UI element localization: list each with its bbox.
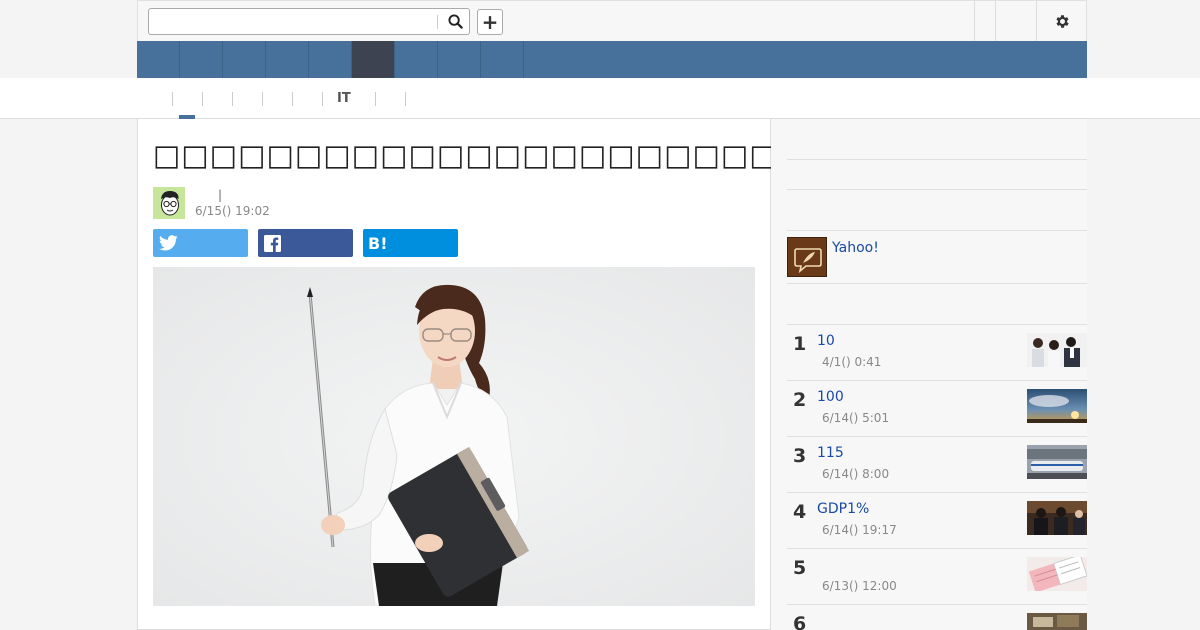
search-box: [148, 8, 470, 35]
article-title: □□□□□□□□□□□□□□□□□□□□□□: [153, 138, 778, 172]
author-separator: |: [218, 188, 223, 202]
add-button[interactable]: +: [477, 9, 503, 35]
sidebar-divider: [787, 230, 1087, 231]
twitter-share-button[interactable]: [153, 229, 248, 257]
avatar-face-icon: [153, 187, 185, 219]
rank-title[interactable]: GDP1%: [817, 501, 869, 517]
sidebar-divider: [787, 380, 1087, 381]
nav-tab[interactable]: [266, 41, 309, 78]
top-bar: +: [137, 0, 1087, 41]
nav-tab-active[interactable]: [352, 41, 395, 78]
rank-thumbnail[interactable]: [1027, 445, 1087, 479]
subnav-divider: [232, 92, 233, 106]
nav-tab[interactable]: [309, 41, 352, 78]
subnav-divider: [375, 92, 376, 106]
subnav-divider: [202, 92, 203, 106]
quill-speech-icon: [788, 238, 826, 276]
rank-number: 3: [793, 445, 807, 467]
nav-tab[interactable]: [137, 41, 180, 78]
nav-tab[interactable]: [395, 41, 438, 78]
rank-thumbnail[interactable]: [1027, 389, 1087, 423]
nav-tab[interactable]: [223, 41, 266, 78]
article-date: 6/15() 19:02: [195, 204, 270, 218]
rank-date: 4/1() 0:41: [822, 355, 882, 369]
search-divider: [437, 15, 438, 29]
rank-number: 6: [793, 613, 807, 630]
officials-image: [1027, 501, 1087, 535]
sky-image: [1027, 389, 1087, 423]
subnav-divider: [292, 92, 293, 106]
rank-title[interactable]: 115: [817, 445, 844, 461]
nav-tab[interactable]: [481, 41, 524, 78]
top-divider: [974, 1, 975, 41]
yahoo-thumbnail[interactable]: [787, 237, 827, 277]
nav-tab[interactable]: [438, 41, 481, 78]
nav-tab[interactable]: [180, 41, 223, 78]
calendar-paper-image: [1027, 557, 1087, 591]
rank-date: 6/14() 5:01: [822, 411, 890, 425]
sidebar: [771, 119, 1087, 630]
search-button[interactable]: [442, 10, 468, 33]
twitter-icon: [159, 235, 178, 251]
rank-thumbnail[interactable]: [1027, 501, 1087, 535]
subnav-divider: [172, 92, 173, 106]
rank-date: 6/13() 12:00: [822, 579, 897, 593]
sub-nav: [0, 78, 1200, 119]
facebook-share-button[interactable]: [258, 229, 353, 257]
rank-number: 1: [793, 333, 807, 355]
sidebar-divider: [787, 492, 1087, 493]
sidebar-divider: [787, 436, 1087, 437]
rank-thumbnail[interactable]: [1027, 557, 1087, 591]
sidebar-divider: [787, 548, 1087, 549]
hatena-bookmark-button[interactable]: B!: [363, 229, 458, 257]
subnav-item-it[interactable]: IT: [337, 91, 351, 106]
settings-button[interactable]: [1036, 9, 1088, 33]
subnav-divider: [405, 92, 406, 106]
rank-title[interactable]: 100: [817, 389, 844, 405]
sidebar-divider: [787, 189, 1087, 190]
sidebar-divider: [787, 604, 1087, 605]
rank-title[interactable]: 10: [817, 333, 835, 349]
facebook-icon: [264, 234, 281, 252]
rank-number: 4: [793, 501, 807, 523]
rank-date: 6/14() 19:17: [822, 523, 897, 537]
subnav-divider: [262, 92, 263, 106]
rank-number: 5: [793, 557, 807, 579]
sidebar-divider: [787, 159, 1087, 160]
teacher-photo: [153, 267, 755, 606]
search-input[interactable]: [149, 9, 439, 34]
sidebar-divider: [787, 324, 1087, 325]
rank-thumbnail[interactable]: [1027, 333, 1087, 367]
station-train-image: [1027, 445, 1087, 479]
top-divider: [995, 1, 996, 41]
magnifier-icon: [447, 14, 463, 29]
article-image: [153, 267, 755, 606]
rank-date: 6/14() 8:00: [822, 467, 890, 481]
gear-icon: [1055, 14, 1069, 28]
subnav-divider: [322, 92, 323, 106]
author-avatar[interactable]: [153, 187, 185, 219]
yahoo-link[interactable]: Yahoo!: [832, 240, 879, 256]
sidebar-divider: [787, 283, 1087, 284]
rank-thumbnail[interactable]: [1027, 613, 1087, 630]
main-nav: [137, 41, 1087, 78]
money-image: [1027, 613, 1087, 630]
rank-number: 2: [793, 389, 807, 411]
business-people-image: [1027, 333, 1087, 367]
